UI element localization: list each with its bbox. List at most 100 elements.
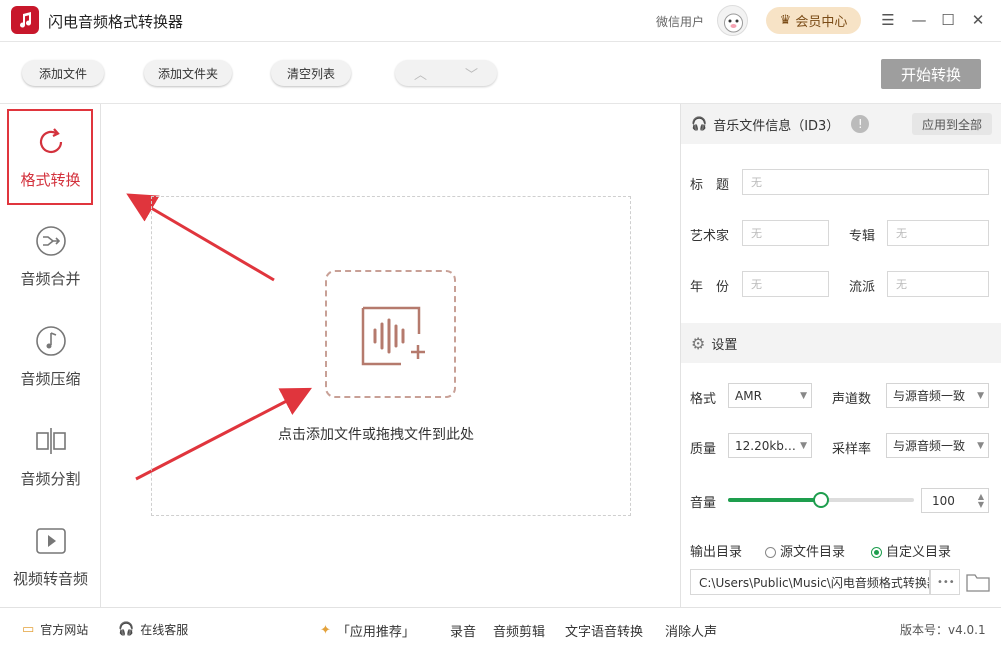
website-label: 官方网站 (40, 623, 89, 637)
chevron-down-icon: ▼ (977, 390, 984, 401)
footer-link-record[interactable]: 录音 (450, 621, 476, 640)
recommend-label: 「应用推荐」 (336, 625, 415, 640)
format-value: AMR (735, 388, 762, 403)
genre-label: 流派 (849, 280, 876, 295)
samplerate-select[interactable]: 与源音频一致 ▼ (886, 433, 989, 458)
music-note-icon (20, 12, 32, 28)
artist-field[interactable]: 无 (742, 220, 829, 246)
sidebar-item-audio-split[interactable]: 音频分割 (0, 408, 101, 504)
minimize-icon[interactable]: — (907, 9, 931, 31)
merge-icon (35, 225, 66, 256)
year-field[interactable]: 无 (742, 271, 829, 297)
chevron-down-icon: ▼ (800, 440, 807, 451)
browse-more-button[interactable]: ••• (930, 569, 960, 595)
refresh-icon (39, 127, 62, 153)
channels-value: 与源音频一致 (893, 389, 966, 403)
format-label: 格式 (690, 392, 717, 407)
drop-hint-text: 点击添加文件或拖拽文件到此处 (278, 427, 474, 443)
settings-heading: 设置 (711, 337, 738, 353)
volume-slider-handle[interactable] (813, 492, 829, 508)
year-label: 年 份 (690, 280, 730, 295)
settings-panel: 🎧 音乐文件信息（ID3） ! 应用到全部 标 题 无 艺术家 无 专辑 无 年… (680, 104, 1001, 607)
split-icon (35, 427, 66, 454)
info-icon[interactable]: ! (851, 115, 870, 133)
vip-center-button[interactable]: ♛ 会员中心 (766, 7, 861, 34)
volume-label: 音量 (690, 496, 717, 511)
footer-link-tts[interactable]: 文字语音转换 (565, 621, 643, 640)
file-list-area: 点击添加文件或拖拽文件到此处 (102, 104, 680, 607)
app-logo (11, 6, 39, 34)
headphones-icon: 🎧 (691, 116, 708, 132)
format-select[interactable]: AMR ▼ (728, 383, 812, 408)
chevron-down-icon: ▼ (800, 390, 807, 401)
id3-heading: 音乐文件信息（ID3） (713, 118, 840, 134)
quality-value: 12.20kb… (735, 438, 796, 453)
output-custom-radio[interactable]: 自定义目录 (871, 541, 951, 560)
samplerate-label: 采样率 (832, 442, 872, 457)
play-icon (35, 527, 66, 554)
crown-icon: ♛ (779, 13, 792, 28)
quality-label: 质量 (690, 442, 717, 457)
move-up-icon[interactable]: ︿ (414, 64, 427, 83)
sidebar-item-audio-compress[interactable]: 音频压缩 (0, 308, 101, 404)
move-buttons: ︿ ﹀ (395, 60, 497, 86)
service-label: 在线客服 (140, 623, 189, 637)
app-title: 闪电音频格式转换器 (48, 13, 184, 31)
output-path-field[interactable]: C:\Users\Public\Music\闪电音频格式转换器 (690, 569, 930, 595)
volume-slider-fill (728, 498, 821, 502)
volume-spinner[interactable]: 100 ▲ ▼ (921, 488, 989, 513)
sidebar-item-audio-merge[interactable]: 音频合并 (0, 208, 101, 304)
stepper-arrows-icon[interactable]: ▲ ▼ (978, 492, 984, 509)
sidebar-item-label: 格式转换 (20, 170, 81, 189)
gear-icon: ⚙ (691, 333, 706, 353)
title-field[interactable]: 无 (742, 169, 989, 195)
volume-slider[interactable] (728, 492, 914, 508)
sidebar-item-format-convert[interactable]: 格式转换 (0, 109, 101, 205)
album-field[interactable]: 无 (887, 220, 989, 246)
radio-checked-icon (871, 547, 882, 558)
maximize-icon[interactable]: ☐ (936, 9, 960, 31)
menu-icon[interactable]: ☰ (876, 9, 900, 31)
volume-value: 100 (932, 493, 955, 508)
footer-link-vocal-remove[interactable]: 消除人声 (665, 621, 717, 640)
close-icon[interactable]: ✕ (966, 9, 990, 31)
title-bar: 闪电音频格式转换器 微信用户 ♛ 会员中心 ☰ — ☐ ✕ (0, 0, 1001, 42)
channels-select[interactable]: 与源音频一致 ▼ (886, 383, 989, 408)
add-folder-button[interactable]: 添加文件夹 (144, 60, 232, 86)
website-link[interactable]: ▭ 官方网站 (22, 621, 88, 638)
headset-icon: 🎧 (118, 622, 135, 637)
sidebar-item-label: 视频转音频 (12, 569, 88, 588)
footer-link-edit[interactable]: 音频剪辑 (493, 621, 545, 640)
sidebar-item-label: 音频合并 (20, 269, 81, 288)
radio-icon (765, 547, 776, 558)
version-label: 版本号：v4.0.1 (900, 623, 986, 637)
start-convert-button[interactable]: 开始转换 (881, 59, 981, 89)
clear-list-button[interactable]: 清空列表 (271, 60, 351, 86)
sidebar-item-label: 音频分割 (20, 469, 81, 488)
sidebar-item-label: 音频压缩 (20, 369, 81, 388)
add-file-drop-box[interactable] (325, 270, 456, 398)
add-file-button[interactable]: 添加文件 (22, 60, 104, 86)
service-link[interactable]: 🎧 在线客服 (118, 621, 188, 638)
genre-field[interactable]: 无 (887, 271, 989, 297)
avatar[interactable] (717, 5, 748, 36)
recommend-section: ✦ 「应用推荐」 (320, 621, 415, 640)
monitor-icon: ▭ (22, 622, 35, 637)
username[interactable]: 微信用户 (656, 13, 704, 30)
chevron-down-icon: ▼ (977, 440, 984, 451)
apply-all-button[interactable]: 应用到全部 (911, 113, 992, 135)
output-source-label: 源文件目录 (780, 545, 846, 560)
audio-file-icon (361, 306, 425, 366)
id3-header: 🎧 音乐文件信息（ID3） ! 应用到全部 (681, 104, 1001, 144)
samplerate-value: 与源音频一致 (893, 439, 966, 453)
output-source-radio[interactable]: 源文件目录 (765, 541, 845, 560)
sidebar-item-video-to-audio[interactable]: 视频转音频 (0, 508, 101, 604)
footer: ▭ 官方网站 🎧 在线客服 ✦ 「应用推荐」 录音 音频剪辑 文字语音转换 消除… (0, 607, 1001, 648)
music-note-icon (35, 325, 66, 356)
artist-label: 艺术家 (690, 229, 730, 244)
move-down-icon[interactable]: ﹀ (465, 64, 478, 83)
folder-icon[interactable] (966, 572, 990, 596)
settings-header: ⚙ 设置 (681, 323, 1001, 363)
album-label: 专辑 (849, 229, 876, 244)
quality-select[interactable]: 12.20kb… ▼ (728, 433, 812, 458)
